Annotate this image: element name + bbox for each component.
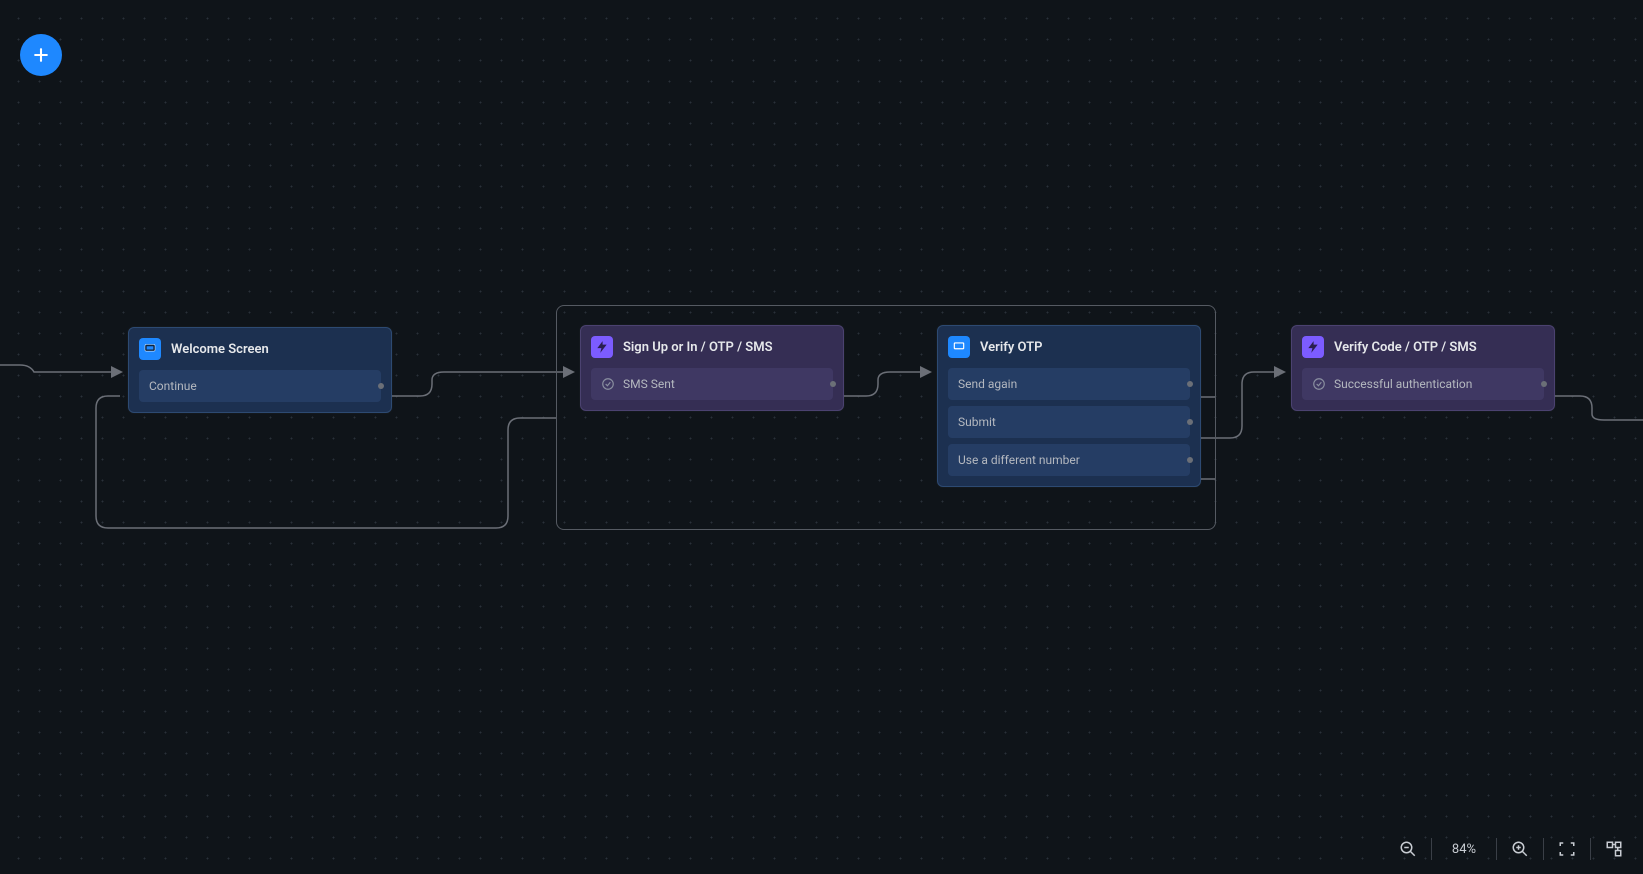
zoom-in-button[interactable] <box>1509 838 1531 860</box>
plus-icon <box>31 45 51 65</box>
output-port[interactable] <box>378 383 384 389</box>
auto-layout-icon <box>1605 840 1623 858</box>
action-label: SMS Sent <box>623 377 675 391</box>
monitor-icon <box>139 338 161 360</box>
auto-layout-button[interactable] <box>1603 838 1625 860</box>
action-label: Submit <box>958 415 996 429</box>
add-node-button[interactable] <box>20 34 62 76</box>
node-verify-otp[interactable]: Verify OTP Send again Submit Use a diffe… <box>937 325 1201 487</box>
action-successful-authentication[interactable]: Successful authentication <box>1302 368 1544 400</box>
separator <box>1543 838 1544 860</box>
output-port[interactable] <box>830 381 836 387</box>
node-title: Verify OTP <box>980 340 1042 355</box>
separator <box>1496 838 1497 860</box>
action-label: Successful authentication <box>1334 377 1472 391</box>
flow-canvas[interactable]: Welcome Screen Continue Sign Up or In / … <box>0 0 1643 874</box>
zoom-out-icon <box>1399 840 1417 858</box>
action-continue[interactable]: Continue <box>139 370 381 402</box>
fit-screen-icon <box>1558 840 1576 858</box>
output-port[interactable] <box>1187 419 1193 425</box>
node-welcome-screen[interactable]: Welcome Screen Continue <box>128 327 392 413</box>
output-port[interactable] <box>1541 381 1547 387</box>
action-sms-sent[interactable]: SMS Sent <box>591 368 833 400</box>
action-use-different-number[interactable]: Use a different number <box>948 444 1190 476</box>
check-circle-icon <box>1312 377 1326 391</box>
monitor-icon <box>948 336 970 358</box>
zoom-in-icon <box>1511 840 1529 858</box>
output-port[interactable] <box>1187 457 1193 463</box>
action-label: Send again <box>958 377 1017 391</box>
fit-to-screen-button[interactable] <box>1556 838 1578 860</box>
node-title: Verify Code / OTP / SMS <box>1334 340 1477 355</box>
action-send-again[interactable]: Send again <box>948 368 1190 400</box>
action-label: Continue <box>149 379 197 393</box>
action-submit[interactable]: Submit <box>948 406 1190 438</box>
zoom-toolbar: 84% <box>1397 838 1625 860</box>
check-circle-icon <box>601 377 615 391</box>
separator <box>1590 838 1591 860</box>
action-label: Use a different number <box>958 453 1080 467</box>
bolt-icon <box>1302 336 1324 358</box>
separator <box>1431 838 1432 860</box>
node-title: Welcome Screen <box>171 342 269 357</box>
node-signup-otp-sms[interactable]: Sign Up or In / OTP / SMS SMS Sent <box>580 325 844 411</box>
output-port[interactable] <box>1187 381 1193 387</box>
bolt-icon <box>591 336 613 358</box>
zoom-out-button[interactable] <box>1397 838 1419 860</box>
node-title: Sign Up or In / OTP / SMS <box>623 340 773 355</box>
node-verify-code-otp-sms[interactable]: Verify Code / OTP / SMS Successful authe… <box>1291 325 1555 411</box>
zoom-percent-label[interactable]: 84% <box>1444 842 1484 857</box>
